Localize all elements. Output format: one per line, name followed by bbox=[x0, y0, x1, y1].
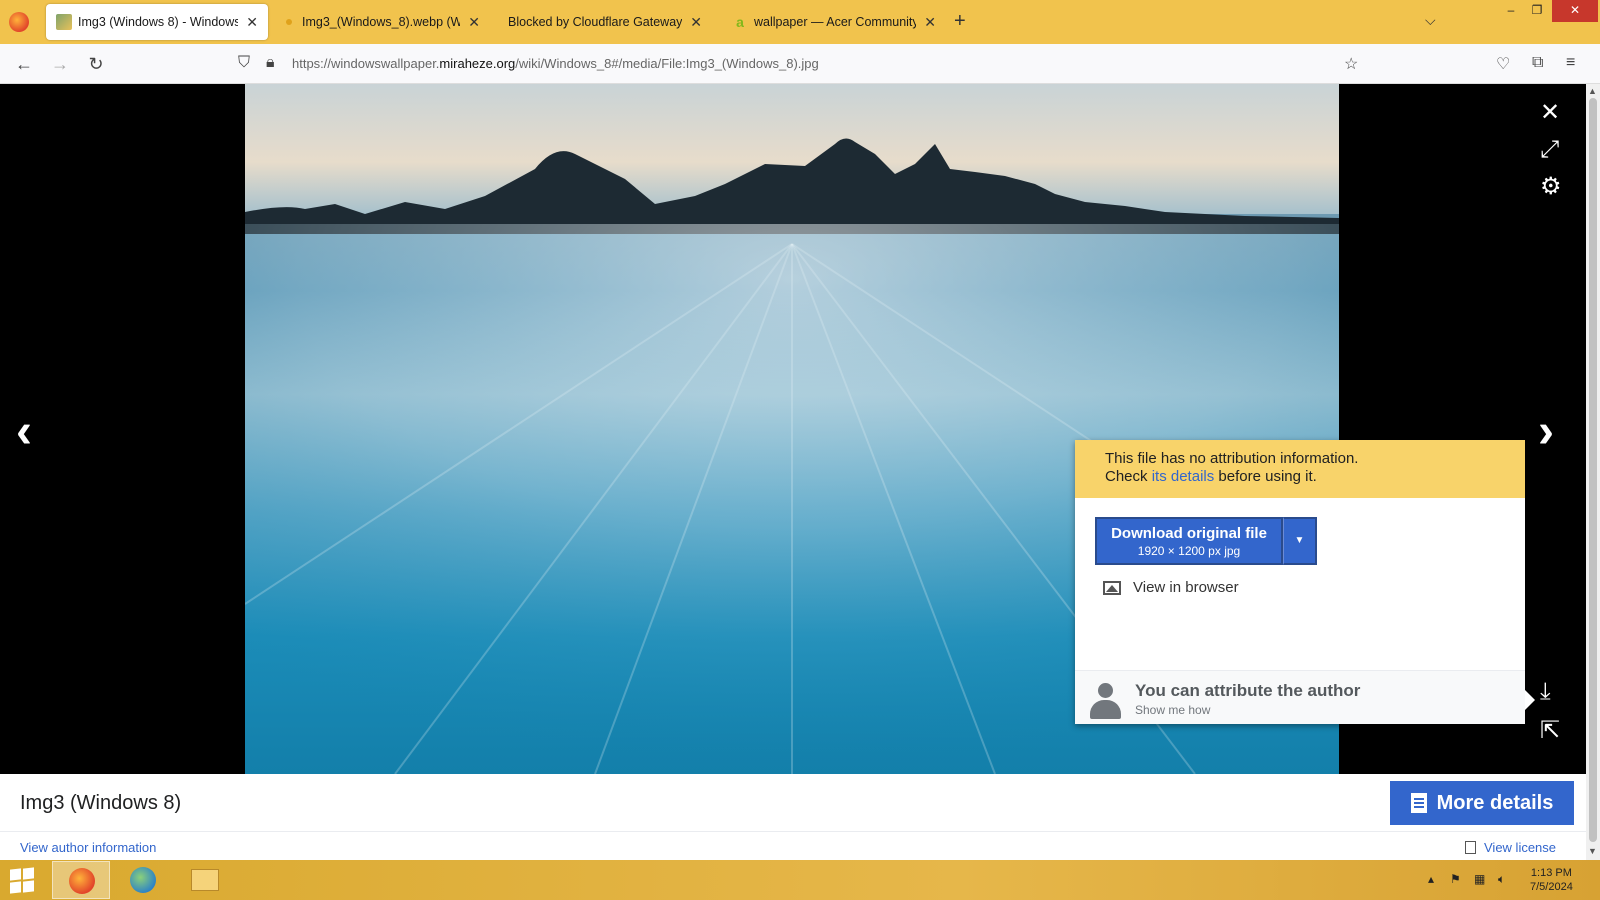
bookmark-star-icon[interactable]: ☆ bbox=[1344, 54, 1358, 74]
page-scrollbar[interactable]: ▲ ▼ bbox=[1586, 84, 1600, 860]
download-panel: This file has no attribution information… bbox=[1075, 440, 1525, 724]
download-options-dropdown[interactable]: ▼ bbox=[1283, 517, 1317, 565]
fullscreen-icon[interactable]: ⤢ bbox=[1540, 136, 1559, 164]
show-hidden-icons[interactable]: ▴ bbox=[1428, 872, 1434, 886]
url-bar[interactable]: https://windowswallpaper.miraheze.org/wi… bbox=[292, 56, 819, 71]
minimize-icon[interactable]: – bbox=[1498, 0, 1524, 22]
image-icon bbox=[1103, 580, 1121, 595]
tab-close-icon[interactable]: ✕ bbox=[468, 14, 480, 31]
attribution-title: You can attribute the author bbox=[1135, 681, 1361, 700]
menu-icon[interactable]: ≡ bbox=[1566, 54, 1575, 72]
windows-taskbar: ▴ ⚑ ▦ 🔈︎ 1:13 PM 7/5/2024 bbox=[0, 860, 1600, 900]
warning-check-text: Check bbox=[1105, 468, 1148, 485]
media-viewer: ‹ › ✕ ⤢ ⚙ ⤓ ⇱ This file has no attributi… bbox=[0, 84, 1586, 774]
license-icon bbox=[1465, 841, 1476, 854]
image-favicon-icon bbox=[286, 19, 292, 25]
previous-image-icon[interactable]: ‹ bbox=[16, 404, 32, 459]
document-icon bbox=[1410, 793, 1427, 813]
tab-webp[interactable]: Img3_(Windows_8).webp (WEBP ✕ bbox=[276, 4, 490, 40]
url-path: /wiki/Windows_8#/media/File:Img3_(Window… bbox=[515, 56, 819, 71]
warning-line1: This file has no attribution information… bbox=[1105, 450, 1359, 467]
tab-close-icon[interactable]: ✕ bbox=[246, 14, 258, 31]
lock-icon[interactable]: 🔒︎ bbox=[266, 54, 275, 72]
tab-close-icon[interactable]: ✕ bbox=[924, 14, 936, 31]
license-label: View license bbox=[1484, 840, 1557, 855]
details-link[interactable]: its details bbox=[1152, 468, 1215, 485]
warning-after-text: before using it. bbox=[1218, 468, 1317, 485]
extensions-icon[interactable]: ⧉ bbox=[1532, 54, 1543, 72]
attribution-section[interactable]: You can attribute the author Show me how bbox=[1075, 670, 1525, 724]
clock-time: 1:13 PM bbox=[1530, 867, 1572, 879]
tab-label: Img3_(Windows_8).webp (WEBP bbox=[302, 15, 461, 29]
tab-acer[interactable]: a wallpaper — Acer Community ✕ bbox=[722, 4, 946, 40]
pocket-icon[interactable]: ♡ bbox=[1496, 54, 1510, 74]
view-license-link[interactable]: View license bbox=[1465, 840, 1556, 855]
settings-gear-icon[interactable]: ⚙ bbox=[1540, 172, 1562, 201]
reload-icon[interactable]: ↻ bbox=[84, 52, 108, 76]
view-in-browser-label: View in browser bbox=[1133, 579, 1239, 596]
more-details-label: More details bbox=[1436, 791, 1554, 814]
download-original-button[interactable]: Download original file 1920 × 1200 px jp… bbox=[1095, 517, 1283, 565]
attribution-warning: This file has no attribution information… bbox=[1075, 440, 1525, 498]
taskbar-globe-app[interactable] bbox=[114, 861, 172, 899]
scroll-thumb[interactable] bbox=[1589, 98, 1597, 842]
firefox-icon bbox=[69, 868, 95, 894]
share-icon[interactable]: ⇱ bbox=[1540, 716, 1560, 745]
window-close-icon[interactable]: ✕ bbox=[1552, 0, 1598, 22]
url-prefix: https://windowswallpaper. bbox=[292, 56, 440, 71]
panel-pointer bbox=[1525, 690, 1535, 710]
folder-icon bbox=[191, 869, 219, 891]
more-details-button[interactable]: More details bbox=[1390, 781, 1574, 825]
download-size: 1920 × 1200 px jpg bbox=[1137, 544, 1241, 558]
metadata-bar: Img3 (Windows 8) More details View autho… bbox=[0, 774, 1586, 860]
file-title: Img3 (Windows 8) bbox=[20, 792, 182, 814]
attribution-subtitle: Show me how bbox=[1135, 703, 1211, 717]
network-icon[interactable]: ▦ bbox=[1474, 872, 1485, 886]
restore-icon[interactable]: ❐ bbox=[1524, 0, 1550, 22]
taskbar-firefox[interactable] bbox=[52, 861, 110, 899]
warning-line2: Check its details before using it. bbox=[1105, 468, 1495, 486]
url-domain: miraheze.org bbox=[439, 56, 516, 71]
tracking-protection-icon[interactable]: ⛉ bbox=[238, 54, 250, 72]
close-viewer-icon[interactable]: ✕ bbox=[1540, 98, 1560, 127]
volume-muted-icon[interactable]: 🔈︎ bbox=[1498, 872, 1505, 887]
tab-label: Img3 (Windows 8) - Windows 8 bbox=[78, 15, 239, 29]
tab-cloudflare[interactable]: Blocked by Cloudflare Gateway ✕ bbox=[498, 4, 712, 40]
firefox-icon[interactable] bbox=[9, 12, 29, 32]
download-button-group: Download original file 1920 × 1200 px jp… bbox=[1095, 517, 1317, 565]
navigation-bar: ← → ↻ ⛉ 🔒︎ https://windowswallpaper.mira… bbox=[0, 44, 1600, 84]
download-icon[interactable]: ⤓ bbox=[1540, 678, 1551, 706]
tab-bar: Img3 (Windows 8) - Windows 8 ✕ Img3_(Win… bbox=[0, 0, 1600, 44]
wiki-favicon-icon bbox=[56, 14, 72, 30]
scroll-down-icon[interactable]: ▼ bbox=[1588, 846, 1597, 856]
forward-icon[interactable]: → bbox=[48, 52, 72, 76]
acer-favicon-icon: a bbox=[736, 14, 744, 30]
action-center-flag-icon[interactable]: ⚑ bbox=[1450, 872, 1461, 886]
start-windows-icon[interactable] bbox=[10, 867, 34, 894]
taskbar-file-explorer[interactable] bbox=[176, 861, 234, 899]
system-clock[interactable]: 1:13 PM 7/5/2024 bbox=[1530, 866, 1573, 894]
author-information-link[interactable]: View author information bbox=[20, 840, 156, 855]
tab-close-icon[interactable]: ✕ bbox=[690, 14, 702, 31]
clock-date: 7/5/2024 bbox=[1530, 881, 1573, 893]
scroll-up-icon[interactable]: ▲ bbox=[1588, 86, 1597, 96]
user-avatar-icon bbox=[1089, 683, 1121, 719]
list-all-tabs-icon[interactable]: ⌵ bbox=[1425, 12, 1436, 29]
divider bbox=[0, 831, 1586, 832]
new-tab-button[interactable]: + bbox=[954, 10, 966, 33]
download-label: Download original file bbox=[1111, 525, 1267, 542]
tab-img3[interactable]: Img3 (Windows 8) - Windows 8 ✕ bbox=[46, 4, 268, 40]
globe-icon bbox=[130, 867, 156, 893]
next-image-icon[interactable]: › bbox=[1538, 404, 1554, 459]
tab-label: Blocked by Cloudflare Gateway bbox=[508, 15, 683, 29]
view-in-browser-link[interactable]: View in browser bbox=[1103, 579, 1239, 596]
tab-label: wallpaper — Acer Community bbox=[754, 15, 917, 29]
back-icon[interactable]: ← bbox=[12, 52, 36, 76]
